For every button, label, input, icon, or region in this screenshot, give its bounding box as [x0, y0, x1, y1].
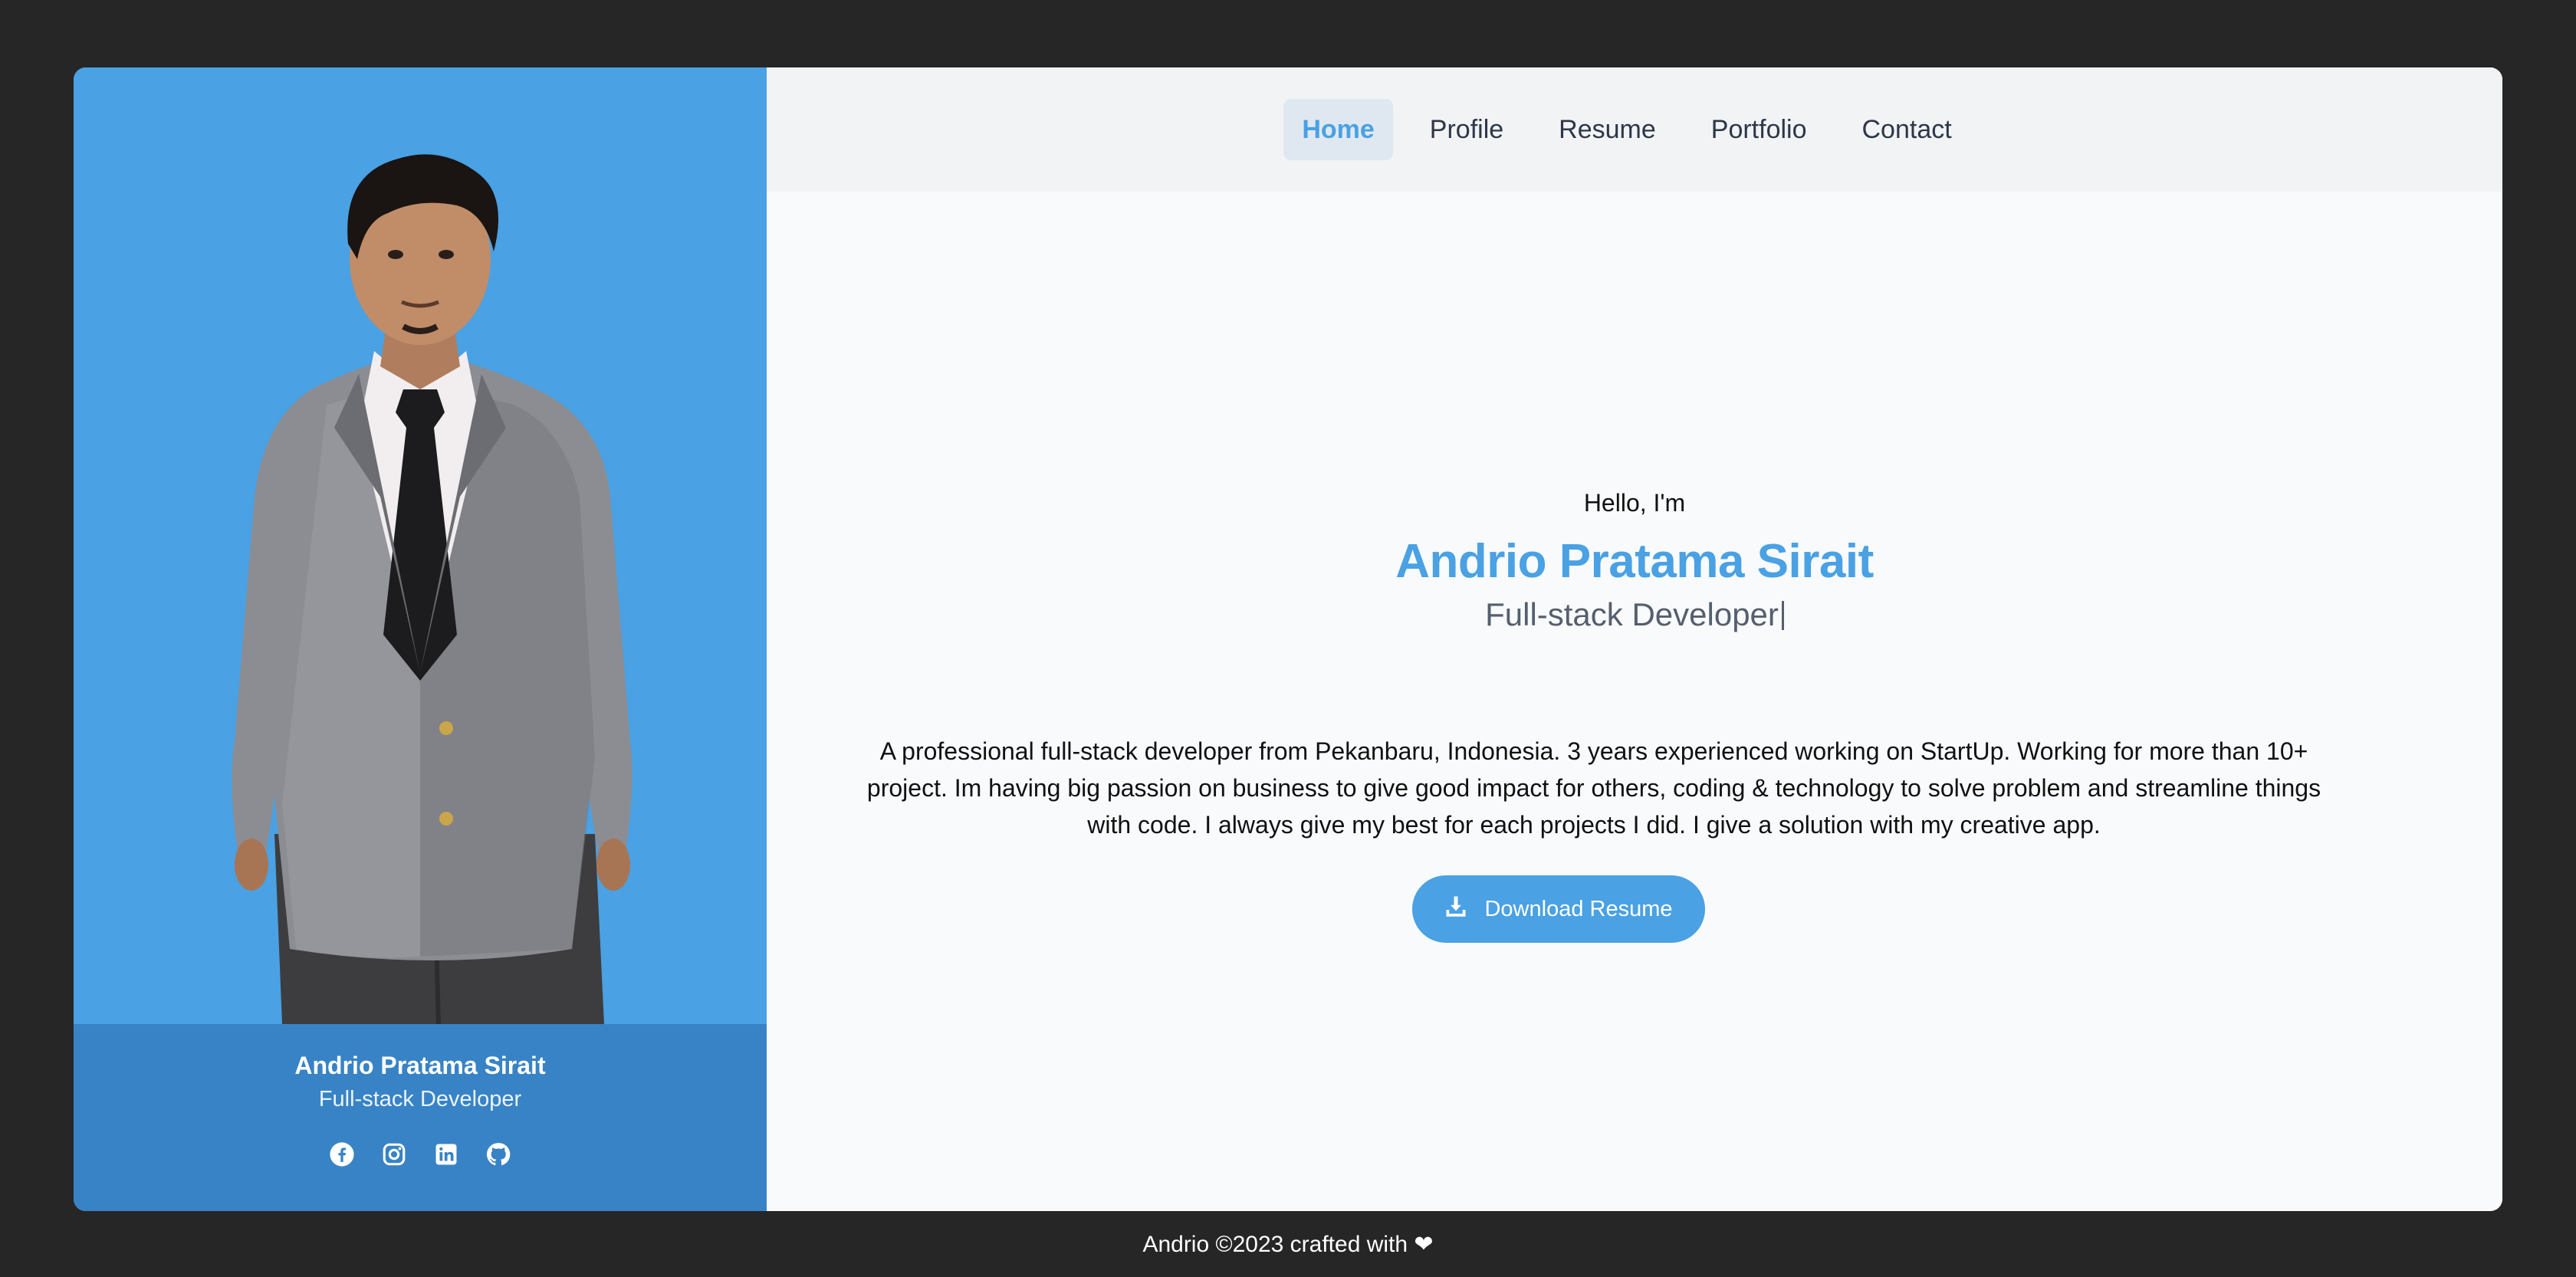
profile-panel: Andrio Pratama Sirait Full-stack Develop…	[74, 67, 767, 1211]
profile-name: Andrio Pratama Sirait	[294, 1052, 546, 1079]
hero-section: Hello, I'm Andrio Pratama Sirait Full-st…	[767, 487, 2502, 635]
social-links	[74, 1141, 767, 1168]
page-footer: Andrio ©2023 crafted with ❤	[1142, 1232, 1434, 1257]
github-icon[interactable]	[485, 1141, 512, 1168]
profile-photo-illustration	[232, 154, 632, 1024]
nav-item-portfolio[interactable]: Portfolio	[1693, 99, 1825, 160]
hero-role-line: Full-stack Developer	[767, 595, 2502, 635]
nav-item-home[interactable]: Home	[1283, 99, 1393, 160]
hero-name: Andrio Pratama Sirait	[1395, 535, 1874, 588]
typing-caret	[1781, 601, 1784, 630]
profile-card-footer: Andrio Pratama Sirait Full-stack Develop…	[74, 1024, 767, 1211]
top-navbar: Home Profile Resume Portfolio Contact	[767, 67, 2502, 192]
nav-item-profile[interactable]: Profile	[1411, 99, 1522, 160]
nav-menu: Home Profile Resume Portfolio Contact	[1283, 99, 1970, 160]
facebook-icon[interactable]	[328, 1141, 356, 1168]
hero-bio: A professional full-stack developer from…	[866, 737, 2321, 839]
nav-item-resume[interactable]: Resume	[1540, 99, 1674, 160]
hero-role: Full-stack Developer	[1485, 596, 1779, 632]
hero-greeting: Hello, I'm	[1583, 489, 1686, 517]
download-resume-button[interactable]: Download Resume	[1412, 875, 1705, 943]
instagram-icon[interactable]	[380, 1141, 408, 1168]
download-icon	[1444, 895, 1467, 924]
linkedin-icon[interactable]	[432, 1141, 460, 1168]
page-frame: Andrio Pratama Sirait Full-stack Develop…	[74, 67, 2502, 1211]
main-content: Home Profile Resume Portfolio Contact He…	[767, 67, 2502, 1211]
nav-item-contact[interactable]: Contact	[1844, 99, 1970, 160]
profile-role: Full-stack Developer	[318, 1087, 522, 1111]
profile-photo	[74, 67, 767, 1024]
download-resume-label: Download Resume	[1484, 896, 1673, 921]
